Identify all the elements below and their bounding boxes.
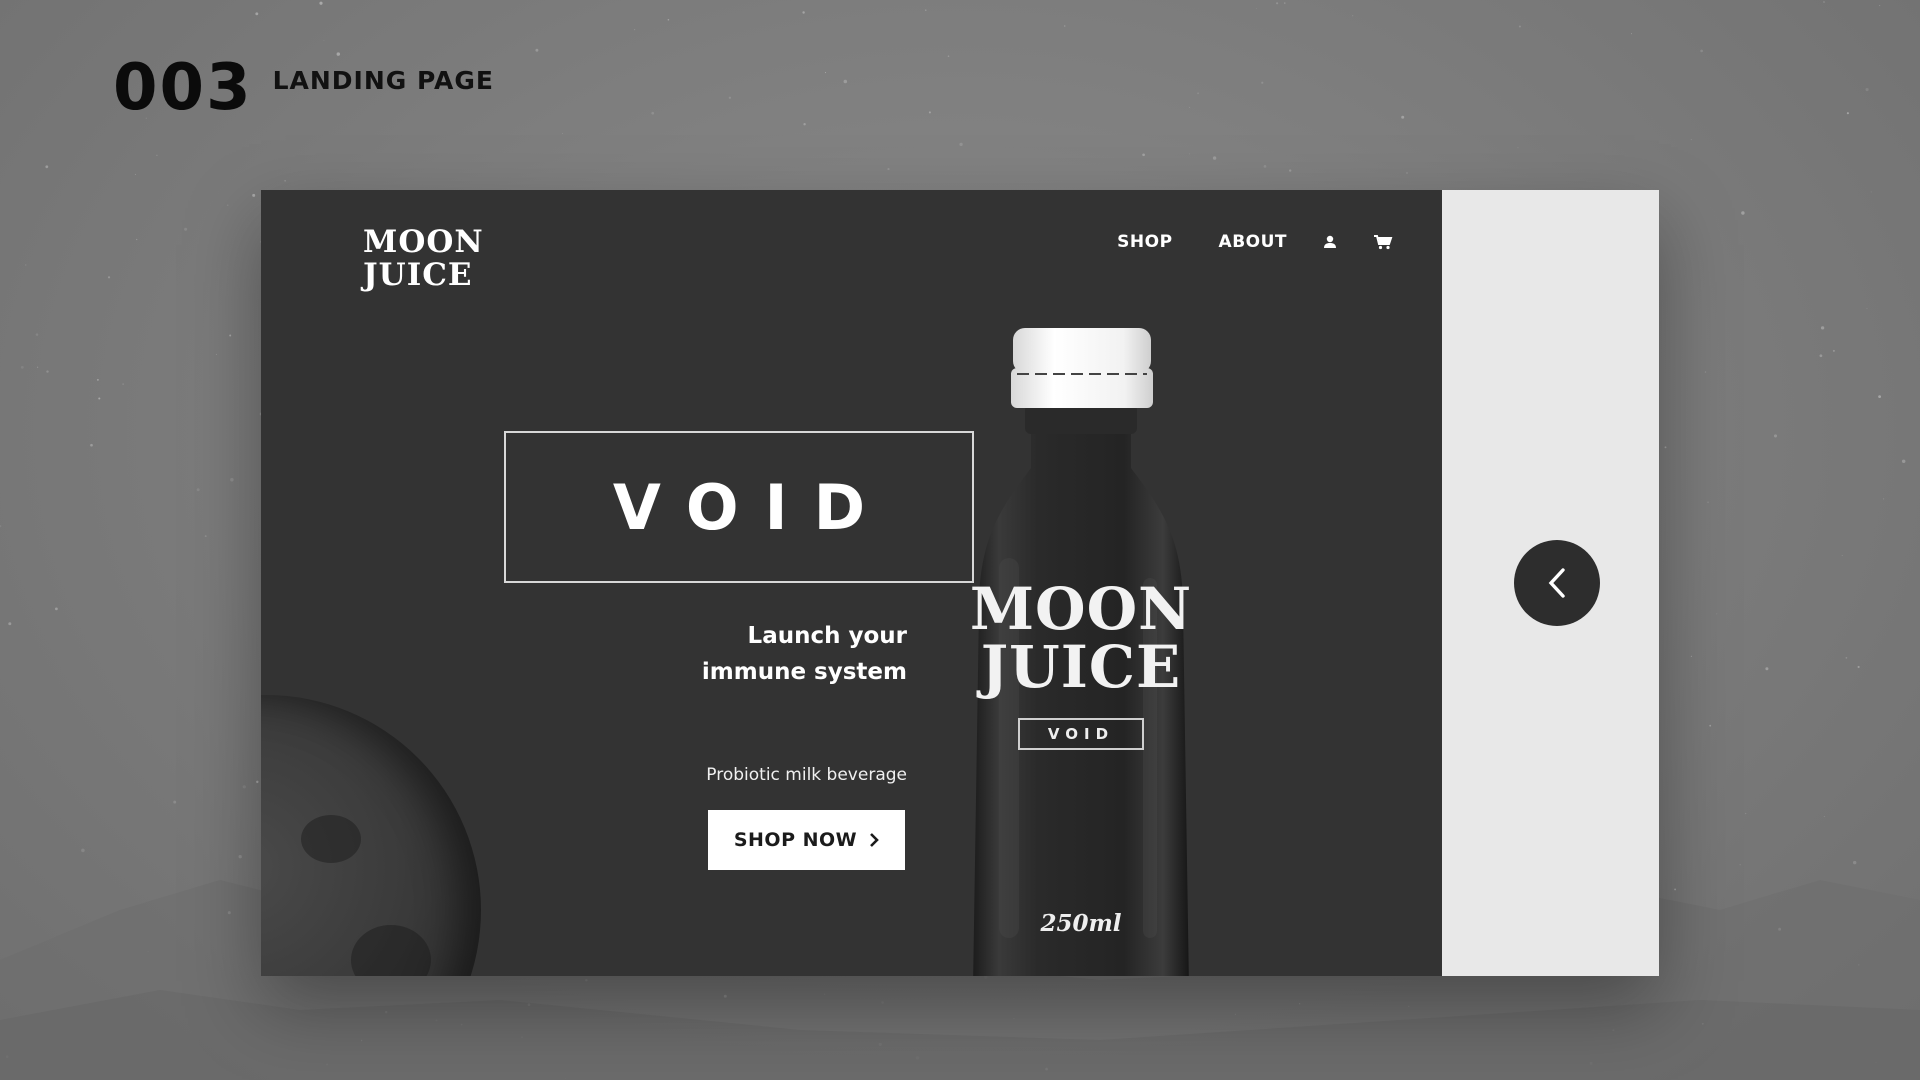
carousel-prev-button[interactable] [1514,540,1600,626]
chevron-right-icon [870,833,879,847]
hero-tagline-line2: immune system [701,659,907,685]
cart-icon[interactable] [1373,234,1393,250]
hero-tagline: Launch your immune system [607,618,907,690]
user-icon[interactable] [1323,235,1337,249]
bottle-product-tag: VOID [1017,718,1145,750]
bottle-volume: 250ml [1040,910,1122,937]
bottle-brand-line1: MOON [969,575,1193,643]
slide-title: LANDING PAGE [272,66,494,95]
nav-about-link[interactable]: ABOUT [1219,232,1287,252]
top-nav: SHOP ABOUT [1117,232,1393,252]
slide-header: 003 LANDING PAGE [113,56,494,120]
brand-logo[interactable]: MOON JUICE [363,226,484,292]
slide-number: 003 [113,51,253,125]
hero-panel: MOON JUICE SHOP ABOUT VOID Launch your i… [261,190,1442,976]
bottle-label: MOON JUICE VOID [921,580,1241,750]
landing-page-mockup: MOON JUICE SHOP ABOUT VOID Launch your i… [261,190,1659,976]
product-name: VOID [612,470,892,544]
brand-logo-line1: MOON [363,224,484,260]
shop-now-button[interactable]: SHOP NOW [708,810,905,870]
brand-logo-line2: JUICE [363,257,473,293]
hero-tagline-line1: Launch your [747,623,907,649]
hero-subtitle: Probiotic milk beverage [706,765,907,785]
nav-shop-link[interactable]: SHOP [1117,232,1172,252]
bottle-brand-line2: JUICE [980,633,1182,701]
shop-now-label: SHOP NOW [733,829,858,851]
moon-graphic [261,695,481,976]
chevron-left-icon [1548,568,1565,598]
